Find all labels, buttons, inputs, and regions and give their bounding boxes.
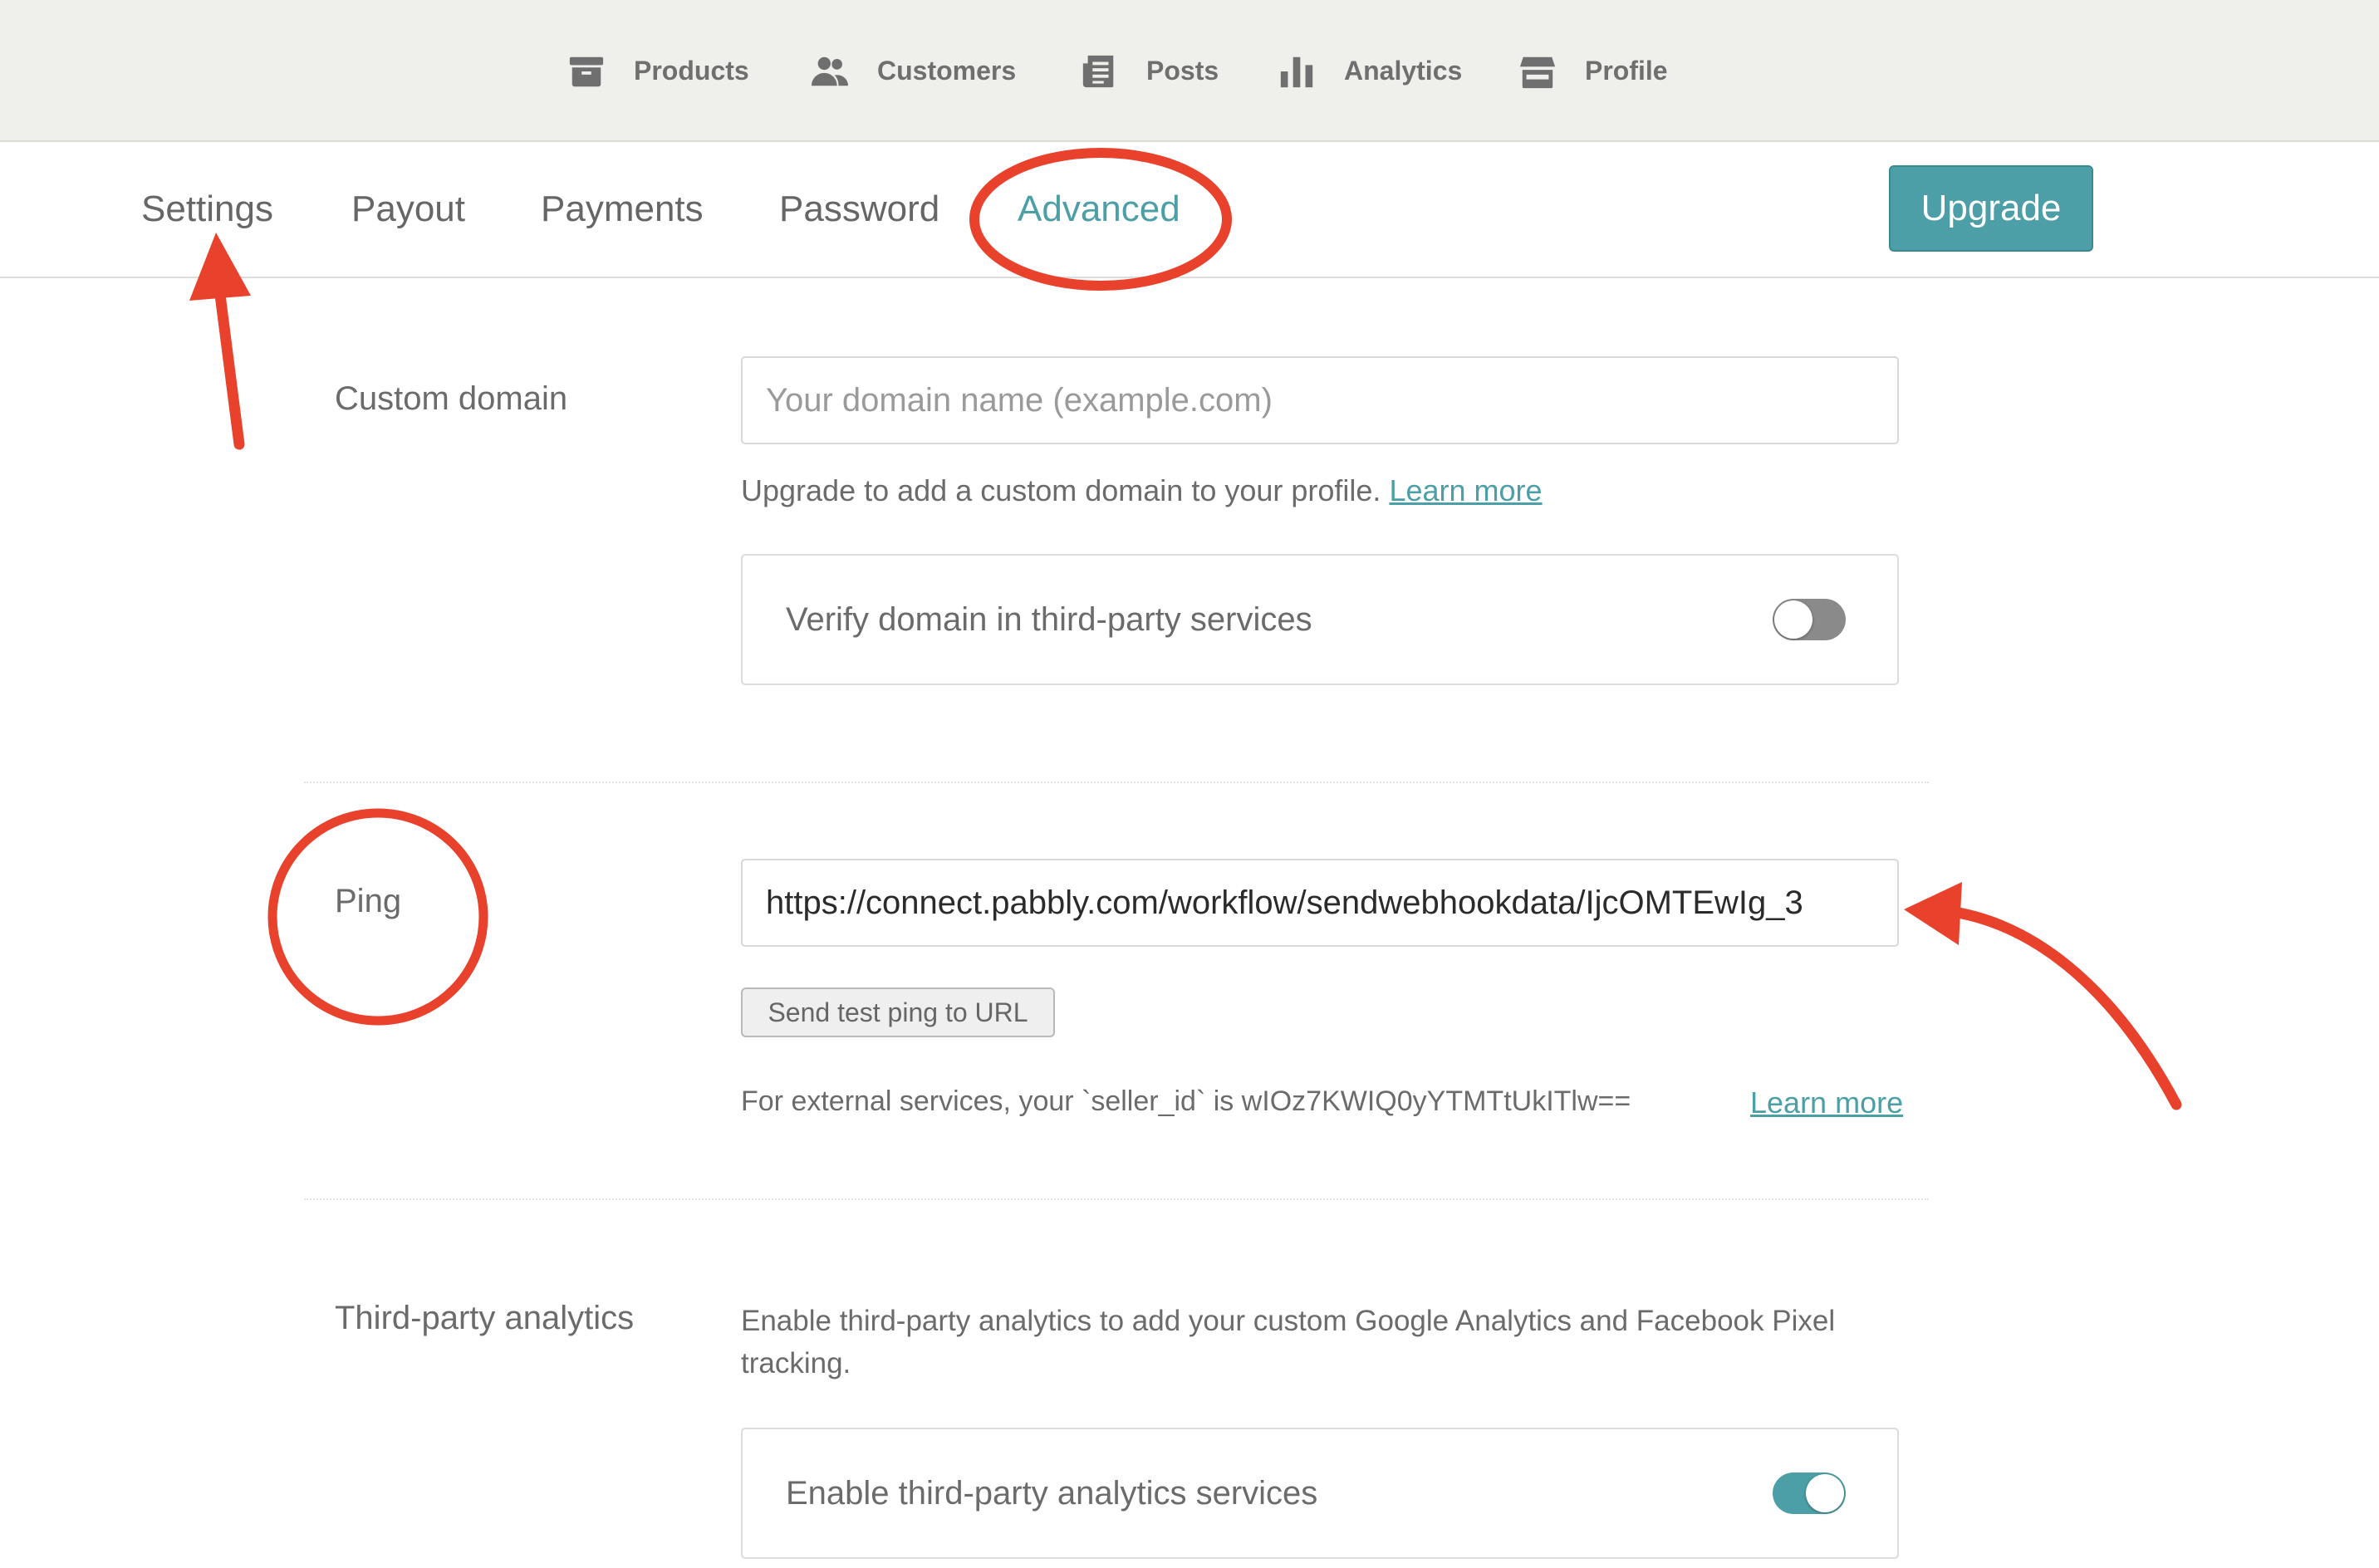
tab-password[interactable]: Password: [779, 142, 939, 277]
tab-payout[interactable]: Payout: [351, 142, 465, 277]
section-divider: [304, 1198, 1929, 1200]
custom-domain-label: Custom domain: [335, 380, 568, 417]
verify-domain-toggle[interactable]: [1773, 599, 1846, 640]
analytics-label: Third-party analytics: [335, 1300, 635, 1336]
annotation-arrowhead-ping: [1904, 882, 1962, 945]
nav-customers-label: Customers: [877, 56, 1017, 86]
nav-profile[interactable]: Profile: [1518, 0, 1668, 142]
storefront-icon: [1519, 56, 1556, 88]
upgrade-button[interactable]: Upgrade: [1889, 165, 2093, 252]
tab-settings[interactable]: Settings: [141, 142, 273, 277]
nav-profile-label: Profile: [1585, 56, 1668, 86]
seller-id-text: For external services, your `seller_id` …: [741, 1085, 1631, 1117]
analytics-toggle-label: Enable third-party analytics services: [786, 1475, 1318, 1512]
analytics-description-line1: Enable third-party analytics to add your…: [741, 1305, 1836, 1337]
custom-domain-input[interactable]: Your domain name (example.com): [741, 356, 1899, 444]
settings-subnav: Settings Payout Payments Password Advanc…: [0, 142, 2379, 278]
ping-learn-more-link[interactable]: Learn more: [1750, 1085, 1903, 1120]
tab-payments[interactable]: Payments: [541, 142, 704, 277]
document-list-icon: [1082, 55, 1114, 87]
analytics-toggle-card: Enable third-party analytics services: [741, 1428, 1899, 1559]
verify-domain-label: Verify domain in third-party services: [786, 601, 1312, 638]
tab-advanced[interactable]: Advanced: [1018, 142, 1180, 277]
nav-posts[interactable]: Posts: [1080, 0, 1219, 142]
annotation-arrow-ping: [1942, 905, 2182, 1110]
section-divider: [304, 782, 1929, 783]
nav-analytics-label: Analytics: [1344, 56, 1463, 86]
toggle-knob: [1806, 1474, 1844, 1512]
ping-url-input[interactable]: https://connect.pabbly.com/workflow/send…: [741, 859, 1899, 947]
annotation-arrow-settings: [214, 289, 245, 450]
ping-label: Ping: [335, 883, 402, 919]
nav-posts-label: Posts: [1146, 56, 1219, 86]
nav-customers[interactable]: Customers: [811, 0, 1016, 142]
send-test-ping-button[interactable]: Send test ping to URL: [741, 987, 1055, 1037]
bar-chart-icon: [1280, 56, 1313, 87]
custom-domain-learn-more-link[interactable]: Learn more: [1389, 473, 1542, 507]
nav-products-label: Products: [634, 56, 749, 86]
analytics-description-line2: tracking.: [741, 1347, 851, 1379]
custom-domain-helper-text: Upgrade to add a custom domain to your p…: [741, 473, 1381, 507]
analytics-toggle[interactable]: [1773, 1472, 1846, 1514]
custom-domain-helper: Upgrade to add a custom domain to your p…: [741, 473, 1543, 508]
users-icon: [811, 56, 849, 86]
nav-analytics[interactable]: Analytics: [1278, 0, 1462, 142]
toggle-knob: [1774, 600, 1812, 639]
top-navigation: Products Customers Posts Analytics Profi…: [0, 0, 2379, 142]
nav-products[interactable]: Products: [567, 0, 749, 142]
verify-domain-card: Verify domain in third-party services: [741, 554, 1899, 685]
archive-box-icon: [569, 56, 604, 86]
